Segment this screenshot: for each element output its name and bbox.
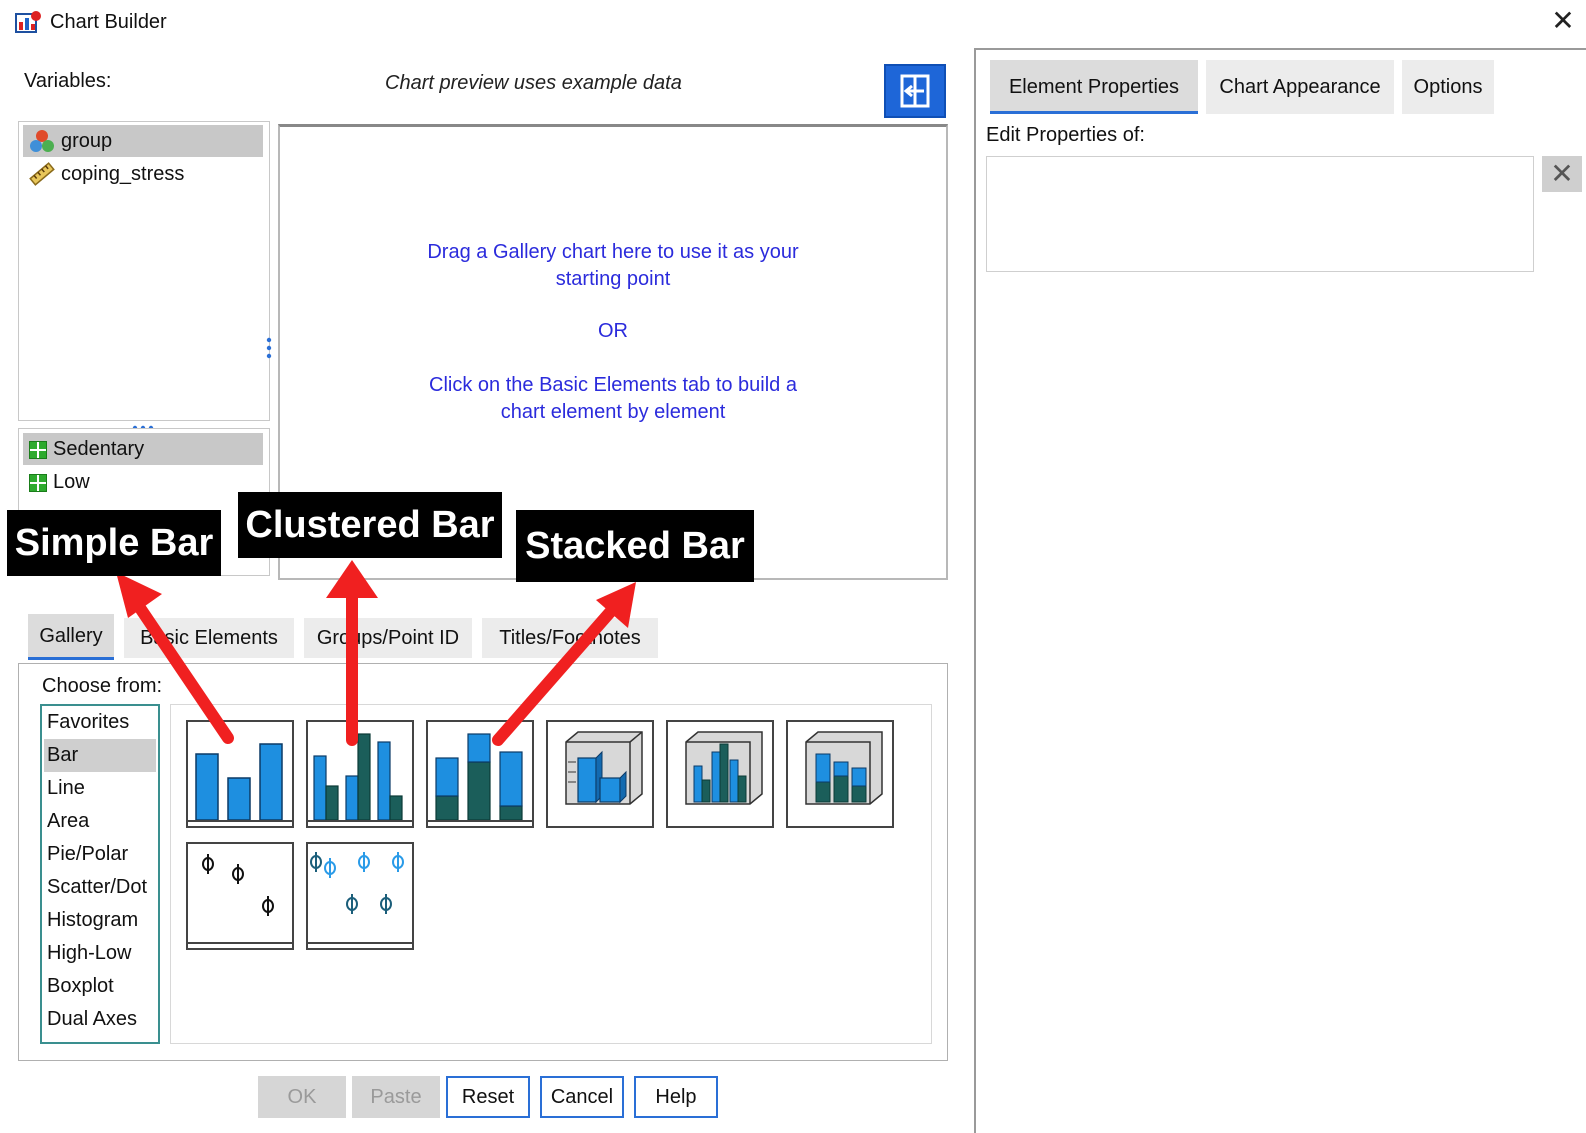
annotation-simple-bar: Simple Bar xyxy=(7,510,221,576)
annotation-stacked-bar: Stacked Bar xyxy=(516,510,754,582)
arrow-simple-bar xyxy=(116,572,234,744)
arrow-stacked-bar xyxy=(492,582,636,746)
annotation-clustered-bar: Clustered Bar xyxy=(238,492,502,558)
annotation-arrows xyxy=(116,560,636,746)
arrow-clustered-bar xyxy=(326,560,378,746)
